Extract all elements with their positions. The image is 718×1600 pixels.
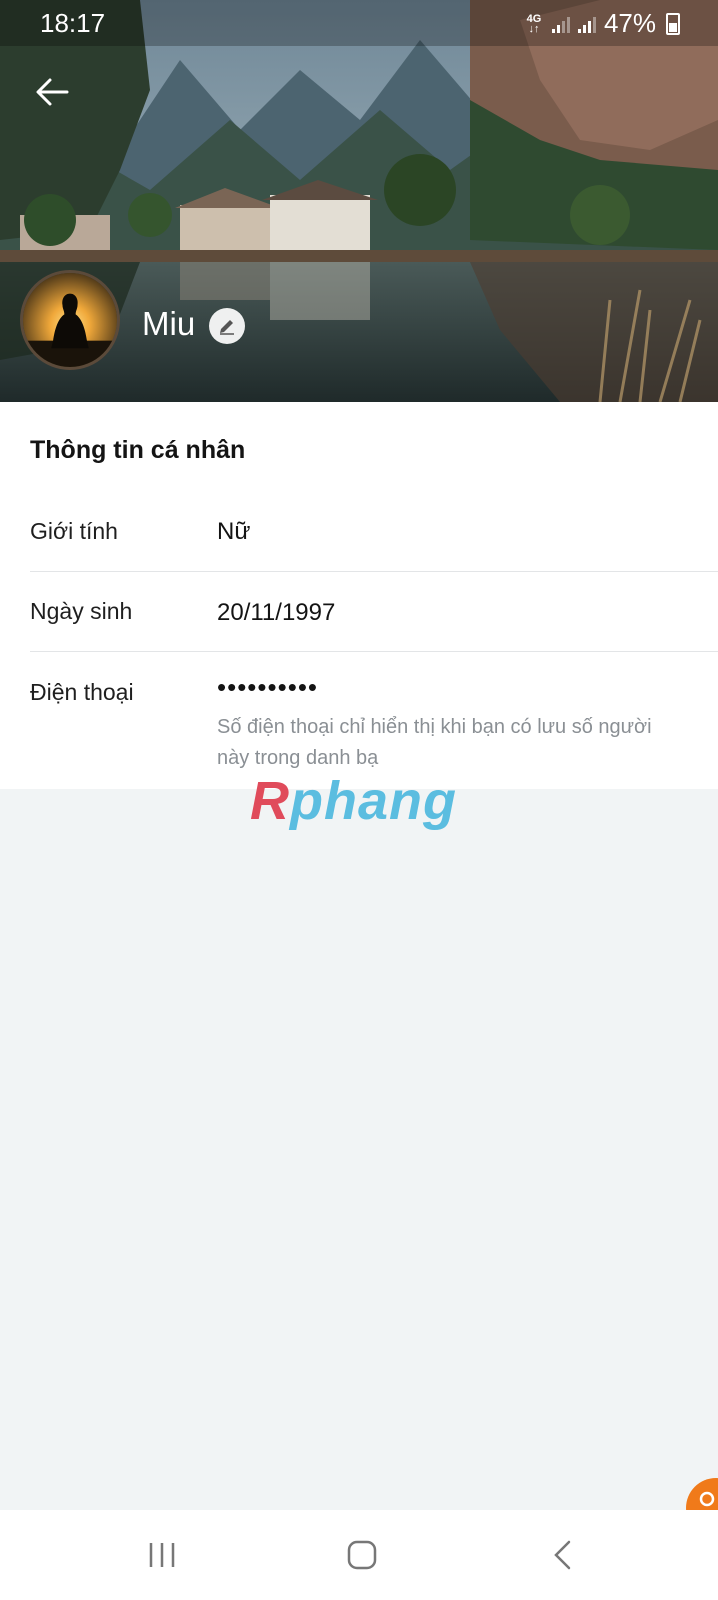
edit-name-button[interactable] <box>209 308 245 344</box>
recent-apps-button[interactable] <box>132 1528 192 1582</box>
phone-value: •••••••••• <box>217 672 319 702</box>
status-bar: 18:17 4G ↓↑ 47% <box>0 0 718 46</box>
battery-icon <box>666 12 680 35</box>
gender-label: Giới tính <box>30 518 118 544</box>
status-indicators: 4G ↓↑ 47% <box>524 8 680 39</box>
avatar-image <box>23 273 117 367</box>
network-label: 4G <box>526 12 542 25</box>
signal-strength-icon-2 <box>577 15 596 33</box>
personal-info-card: Thông tin cá nhân Giới tính Nữ Ngày sinh… <box>0 402 718 789</box>
recent-apps-icon <box>149 1543 175 1567</box>
signal-strength-icon <box>551 15 570 33</box>
birthday-label: Ngày sinh <box>30 598 133 624</box>
gender-row: Giới tính Nữ <box>30 494 718 572</box>
phone-label: Điện thoại <box>30 679 134 705</box>
watermark-logo: Rphang <box>250 770 457 832</box>
chat-bubble-icon <box>699 1491 715 1507</box>
home-button[interactable] <box>332 1528 392 1582</box>
phone-row: Điện thoại •••••••••• Số điện thoại chỉ … <box>30 652 718 789</box>
home-icon <box>347 1540 377 1570</box>
personal-info-title: Thông tin cá nhân <box>30 436 246 464</box>
back-button[interactable] <box>30 70 74 114</box>
back-arrow-icon <box>36 78 69 106</box>
phone-visibility-note: Số điện thoại chỉ hiển thị khi bạn có lư… <box>217 716 652 769</box>
avatar[interactable] <box>20 270 120 370</box>
gender-value: Nữ <box>217 518 251 545</box>
watermark-rest: phang <box>290 771 457 831</box>
cover-photo: 18:17 4G ↓↑ 47% Miu <box>0 0 718 402</box>
status-time: 18:17 <box>40 8 106 38</box>
profile-name: Miu <box>142 305 196 342</box>
network-type: 4G ↓↑ <box>526 12 542 35</box>
system-navigation-bar <box>0 1510 718 1600</box>
birthday-row: Ngày sinh 20/11/1997 <box>30 572 718 652</box>
birthday-value: 20/11/1997 <box>217 599 336 626</box>
chevron-left-icon <box>554 1540 571 1570</box>
battery-percent: 47% <box>603 8 656 38</box>
system-back-button[interactable] <box>532 1528 592 1582</box>
watermark-first: R <box>250 771 290 831</box>
pencil-icon <box>220 320 234 335</box>
